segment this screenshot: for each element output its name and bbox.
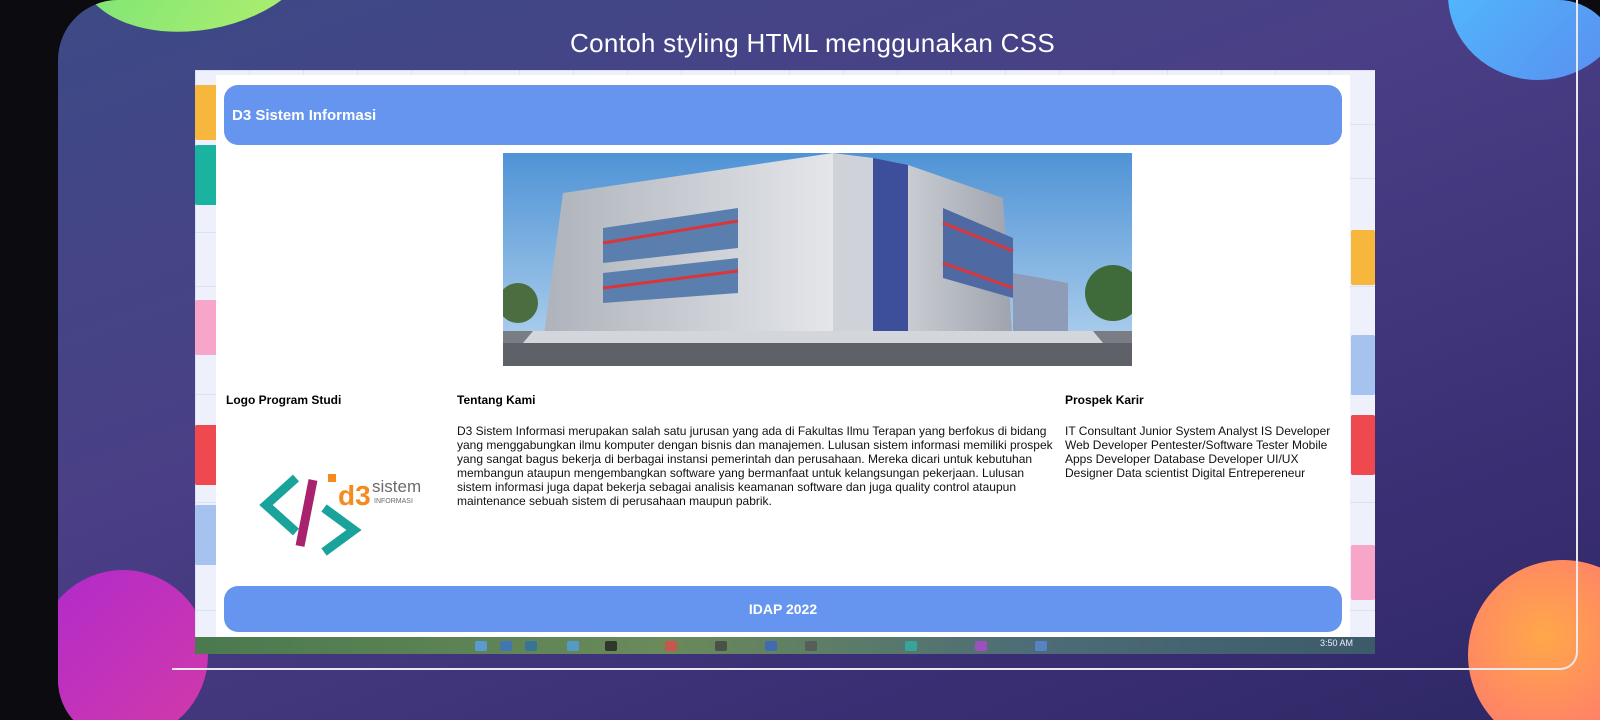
slide-title: Contoh styling HTML menggunakan CSS bbox=[570, 28, 1055, 58]
taskbar-app-icon[interactable] bbox=[905, 641, 917, 651]
about-section-text: D3 Sistem Informasi merupakan salah satu… bbox=[457, 424, 1053, 508]
taskbar-app-icon[interactable] bbox=[805, 641, 817, 651]
footer-text: IDAP 2022 bbox=[748, 601, 818, 617]
taskbar-app-icon[interactable] bbox=[525, 641, 537, 651]
taskbar-app-icon[interactable] bbox=[665, 641, 677, 651]
career-section-heading: Prospek Karir bbox=[1065, 393, 1144, 407]
logo-section-heading: Logo Program Studi bbox=[226, 393, 342, 407]
taskbar-clock: 3:50 AM bbox=[1319, 638, 1353, 648]
about-section-heading: Tentang Kami bbox=[457, 393, 536, 407]
logo-sistem-text: sistem bbox=[372, 477, 421, 496]
screenshot-area: D3 Sistem Informasi Logo Program Studi T… bbox=[195, 70, 1375, 654]
hero-image bbox=[503, 153, 1132, 366]
taskbar-app-icon[interactable] bbox=[567, 641, 579, 651]
decoration-block bbox=[1351, 545, 1375, 600]
decoration-block bbox=[1351, 230, 1375, 285]
web-page: D3 Sistem Informasi Logo Program Studi T… bbox=[216, 75, 1350, 637]
page-header: D3 Sistem Informasi bbox=[224, 85, 1342, 145]
taskbar-app-icon[interactable] bbox=[1035, 641, 1047, 651]
taskbar-app-icon[interactable] bbox=[605, 641, 617, 651]
decoration-block bbox=[1351, 415, 1375, 475]
taskbar-app-icon[interactable] bbox=[715, 641, 727, 651]
d3-sistem-informasi-logo: d3 sistem INFORMASI bbox=[259, 474, 421, 556]
campus-building-illustration bbox=[503, 153, 1132, 366]
taskbar-app-icon[interactable] bbox=[500, 641, 512, 651]
header-title: D3 Sistem Informasi bbox=[232, 106, 377, 124]
program-logo: d3 sistem INFORMASI bbox=[258, 460, 428, 560]
logo-informasi-text: INFORMASI bbox=[374, 498, 413, 505]
logo-d3-text: d3 bbox=[338, 480, 371, 511]
page-footer: IDAP 2022 bbox=[224, 586, 1342, 632]
career-section-text: IT Consultant Junior System Analyst IS D… bbox=[1065, 424, 1331, 480]
os-taskbar: 3:50 AM bbox=[195, 637, 1375, 654]
decoration-block bbox=[1351, 335, 1375, 395]
taskbar-app-icon[interactable] bbox=[765, 641, 777, 651]
taskbar-app-icon[interactable] bbox=[475, 641, 487, 651]
taskbar-app-icon[interactable] bbox=[975, 641, 987, 651]
